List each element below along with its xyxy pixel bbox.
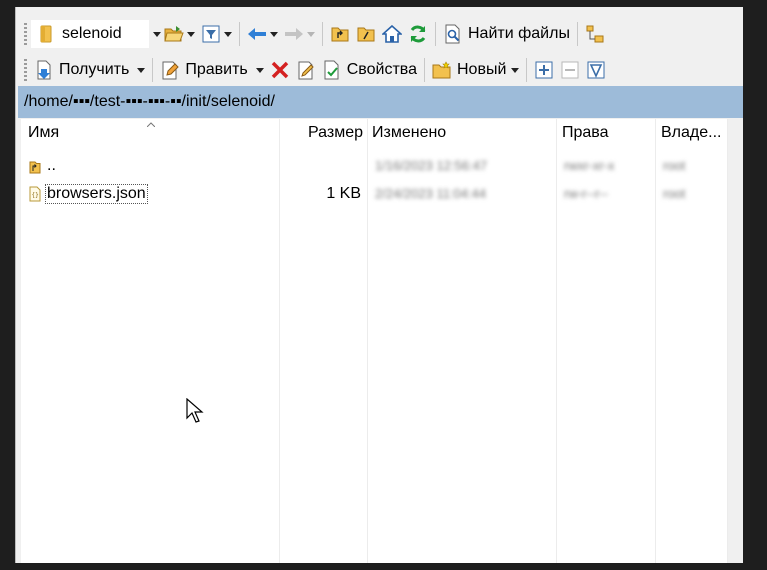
toolbar-separator [152, 58, 154, 82]
file-rights: rw-r--r-- [564, 186, 609, 201]
column-header-rights[interactable]: Права [562, 119, 652, 146]
open-folder-icon [164, 24, 184, 44]
column-header-owner[interactable]: Владе... [661, 119, 727, 146]
tree-view-button[interactable] [582, 21, 608, 47]
column-changed-label: Изменено [372, 123, 447, 141]
root-directory-button[interactable] [353, 21, 379, 47]
edit-icon [160, 60, 180, 80]
properties-button[interactable]: Свойства [319, 57, 420, 83]
find-files-button[interactable]: Найти файлы [440, 21, 573, 47]
download-button[interactable]: Получить [31, 57, 148, 83]
file-row-parent[interactable]: .. 1/16/2023 12:56:47 rwxr-xr-x root [21, 152, 728, 179]
parent-dir-icon [330, 24, 350, 44]
filter-icon [201, 24, 221, 44]
column-header-changed[interactable]: Изменено [372, 119, 552, 146]
toolbar-separator [322, 22, 323, 46]
file-size: 1 KB [326, 184, 361, 202]
edit-label: Править [185, 61, 248, 78]
delete-button[interactable] [267, 57, 293, 83]
toolbar-grip[interactable] [24, 23, 27, 45]
column-name-label: Имя [28, 123, 60, 141]
file-owner: root [663, 158, 686, 173]
file-panel-window: selenoid Найти файлы Получить Править Св… [15, 7, 743, 563]
toolbar-separator [435, 22, 436, 46]
root-dir-icon [356, 24, 376, 44]
file-row-browsers-json[interactable]: {} browsers.json 1 KB 2/24/2023 11:04:44… [21, 180, 728, 207]
refresh-icon [408, 24, 428, 44]
refresh-button[interactable] [405, 21, 431, 47]
open-directory-button[interactable] [161, 21, 198, 47]
file-name-cell: .. [28, 152, 56, 179]
file-name: .. [47, 156, 56, 174]
unselect-files-button[interactable] [557, 57, 583, 83]
json-file-icon: {} [28, 184, 42, 204]
new-icon [432, 60, 452, 80]
find-files-label: Найти файлы [468, 25, 570, 42]
column-rights-label: Права [562, 123, 609, 141]
current-path: /home/▪▪▪/test-▪▪▪-▪▪▪-▪▪/init/selenoid/ [24, 93, 275, 110]
sort-ascending-icon [147, 122, 155, 127]
toolbar-grip[interactable] [24, 59, 27, 81]
column-size-label: Размер [308, 123, 363, 141]
home-directory-button[interactable] [379, 21, 405, 47]
location-combo[interactable]: selenoid [31, 20, 149, 48]
select-plus-icon [534, 60, 554, 80]
location-dropdown-button[interactable] [149, 21, 161, 47]
filter-v-icon [586, 60, 606, 80]
filter-button[interactable] [198, 21, 235, 47]
column-owner-label: Владе... [661, 123, 722, 141]
forward-arrow-icon [284, 24, 304, 44]
file-name: browsers.json [45, 183, 148, 204]
edit-button[interactable]: Править [157, 57, 266, 83]
toolbar-separator [239, 22, 240, 46]
file-changed: 2/24/2023 11:04:44 [375, 186, 487, 201]
up-dir-icon [28, 156, 42, 176]
file-rights: rwxr-xr-x [564, 158, 615, 173]
properties-icon [322, 60, 342, 80]
folder-icon [36, 24, 56, 44]
column-header-size[interactable]: Размер [279, 119, 363, 146]
download-icon [34, 60, 54, 80]
location-label: selenoid [62, 25, 122, 42]
home-icon [382, 24, 402, 44]
mouse-cursor-icon [186, 398, 204, 423]
toolbar-separator [424, 58, 425, 82]
tree-icon [585, 24, 605, 44]
rename-button[interactable] [293, 57, 319, 83]
file-changed: 1/16/2023 12:56:47 [375, 158, 488, 173]
toolbar-separator [576, 22, 578, 46]
delete-icon [270, 60, 290, 80]
navigation-toolbar: selenoid Найти файлы [16, 19, 743, 49]
svg-text:{}: {} [32, 192, 39, 199]
select-files-button[interactable] [531, 57, 557, 83]
rename-icon [296, 60, 316, 80]
toolbar-separator [526, 58, 528, 82]
back-arrow-icon [247, 24, 267, 44]
properties-label: Свойства [346, 61, 417, 78]
file-name-cell: {} browsers.json [28, 180, 148, 207]
filter-files-button[interactable] [583, 57, 609, 83]
back-button[interactable] [244, 21, 281, 47]
parent-directory-button[interactable] [327, 21, 353, 47]
find-files-icon [443, 24, 463, 44]
select-minus-icon [560, 60, 580, 80]
download-label: Получить [59, 61, 130, 78]
file-actions-toolbar: Получить Править Свойства Новый [16, 55, 743, 85]
current-path-bar[interactable]: /home/▪▪▪/test-▪▪▪-▪▪▪-▪▪/init/selenoid/ [18, 86, 743, 118]
file-list[interactable]: Имя Размер Изменено Права Владе... .. 1/… [21, 119, 728, 563]
new-label: Новый [457, 61, 507, 78]
file-owner: root [663, 186, 686, 201]
new-button[interactable]: Новый [429, 57, 522, 83]
forward-button[interactable] [281, 21, 318, 47]
